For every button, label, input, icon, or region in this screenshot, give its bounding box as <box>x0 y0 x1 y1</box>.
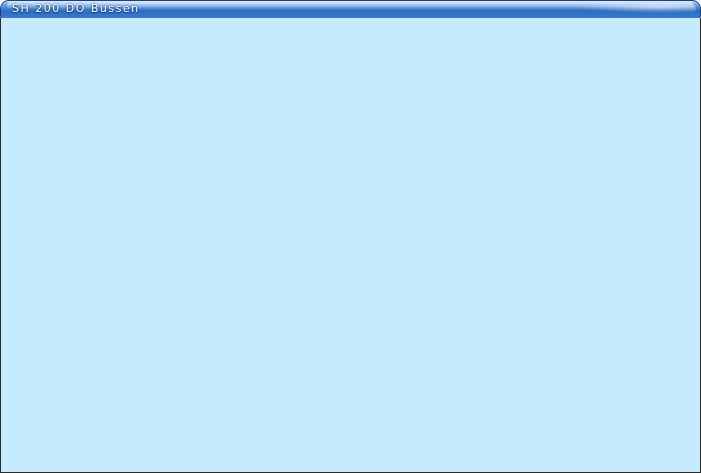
window-title: SH 200 DO Bussen <box>12 2 140 15</box>
titlebar-sheen <box>576 3 696 13</box>
content-area <box>0 18 701 473</box>
app-window: SH 200 DO Bussen <box>0 0 701 473</box>
window-titlebar[interactable]: SH 200 DO Bussen <box>0 0 701 19</box>
